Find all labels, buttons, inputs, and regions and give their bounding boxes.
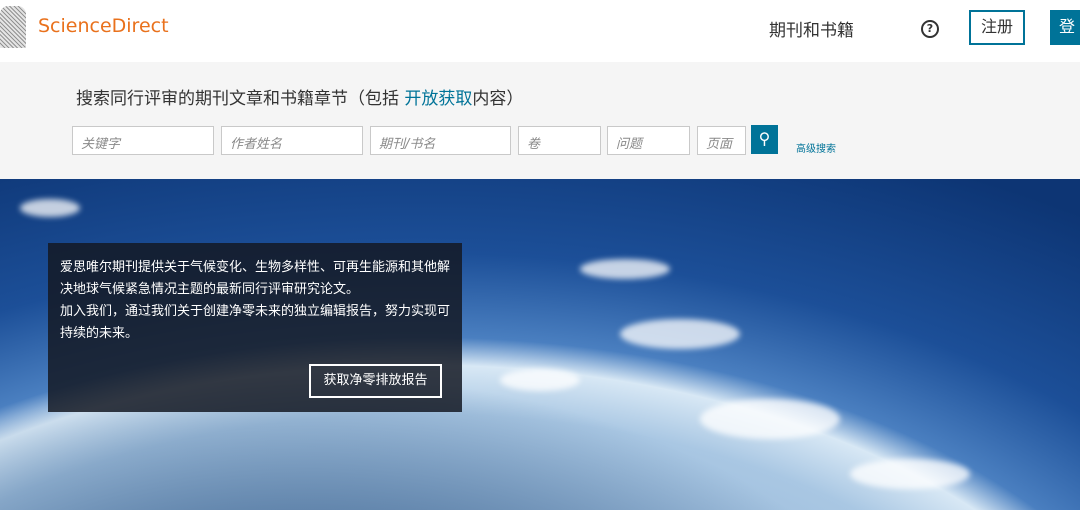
login-button[interactable]: 登 bbox=[1050, 10, 1080, 45]
register-button[interactable]: 注册 bbox=[969, 10, 1025, 45]
open-access-link[interactable]: 开放获取 bbox=[404, 89, 472, 109]
pages-input[interactable]: 页面 bbox=[697, 126, 746, 155]
search-icon: ⚲ bbox=[758, 129, 771, 148]
promo-text-2: 加入我们，通过我们关于创建净零未来的独立编辑报告，努力实现可持续的未来。 bbox=[60, 304, 451, 341]
net-zero-report-button[interactable]: 获取净零排放报告 bbox=[309, 364, 442, 398]
sciencedirect-logo[interactable]: ScienceDirect bbox=[38, 15, 169, 37]
author-input[interactable]: 作者姓名 bbox=[221, 126, 363, 155]
search-area: 搜索同行评审的期刊文章和书籍章节（包括 开放获取内容） 关键字 作者姓名 期刊/… bbox=[0, 62, 1080, 179]
search-title: 搜索同行评审的期刊文章和书籍章节（包括 开放获取内容） bbox=[76, 84, 523, 109]
keyword-input[interactable]: 关键字 bbox=[72, 126, 214, 155]
journals-books-link[interactable]: 期刊和书籍 bbox=[769, 16, 854, 41]
advanced-search-link[interactable]: 高级搜索 bbox=[796, 140, 836, 155]
help-icon[interactable]: ? bbox=[921, 20, 939, 38]
elsevier-tree-logo-icon[interactable] bbox=[0, 6, 26, 48]
issue-input[interactable]: 问题 bbox=[607, 126, 690, 155]
title-text-end: 内容） bbox=[472, 89, 524, 109]
volume-input[interactable]: 卷 bbox=[518, 126, 601, 155]
header: ScienceDirect 期刊和书籍 ? 注册 登 bbox=[0, 0, 1080, 62]
journal-input[interactable]: 期刊/书名 bbox=[370, 126, 511, 155]
promo-text: 爱思唯尔期刊提供关于气候变化、生物多样性、可再生能源和其他解决地球气候紧急情况主… bbox=[60, 260, 451, 297]
search-button[interactable]: ⚲ bbox=[751, 125, 778, 154]
title-text: 搜索同行评审的期刊文章和书籍章节（包括 bbox=[76, 89, 405, 109]
